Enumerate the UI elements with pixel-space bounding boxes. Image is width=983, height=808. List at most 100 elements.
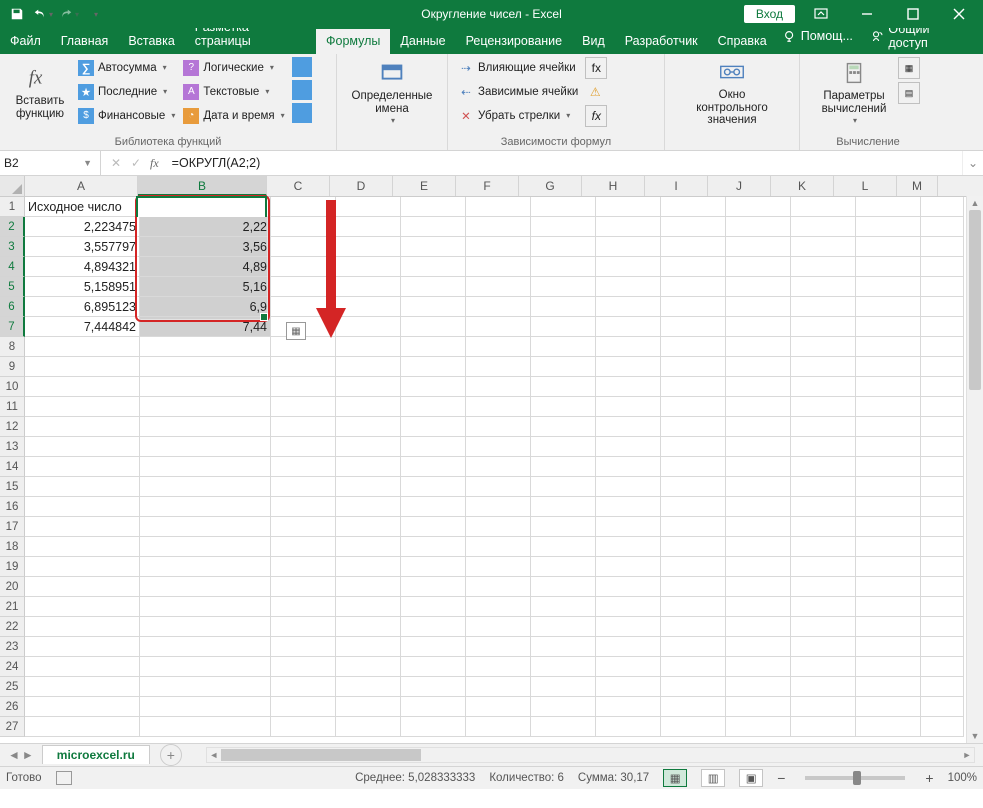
- cell[interactable]: [921, 377, 964, 397]
- cell[interactable]: [726, 677, 791, 697]
- redo-icon[interactable]: ▾: [58, 3, 80, 25]
- cell[interactable]: [726, 537, 791, 557]
- cell[interactable]: [921, 717, 964, 737]
- cell[interactable]: [661, 577, 726, 597]
- cell[interactable]: [466, 637, 531, 657]
- cell[interactable]: [661, 277, 726, 297]
- cell[interactable]: [336, 557, 401, 577]
- cell[interactable]: [336, 537, 401, 557]
- cell[interactable]: [661, 357, 726, 377]
- cell[interactable]: [466, 597, 531, 617]
- cell[interactable]: [531, 257, 596, 277]
- cell[interactable]: [661, 697, 726, 717]
- more-functions-icon[interactable]: [292, 103, 312, 123]
- vertical-scrollbar[interactable]: ▲ ▼: [966, 196, 983, 743]
- cell[interactable]: [856, 697, 921, 717]
- cell[interactable]: [336, 657, 401, 677]
- cell[interactable]: [336, 697, 401, 717]
- column-header[interactable]: B: [138, 176, 267, 196]
- cell[interactable]: [596, 697, 661, 717]
- cell[interactable]: [596, 577, 661, 597]
- cell[interactable]: [856, 637, 921, 657]
- cell[interactable]: [856, 457, 921, 477]
- cell[interactable]: [726, 657, 791, 677]
- cell[interactable]: [401, 457, 466, 477]
- column-header[interactable]: A: [25, 176, 138, 196]
- cell[interactable]: [25, 697, 140, 717]
- cell[interactable]: [271, 457, 336, 477]
- cell[interactable]: [596, 537, 661, 557]
- cell[interactable]: [726, 417, 791, 437]
- cell[interactable]: [531, 577, 596, 597]
- name-box[interactable]: B2▼: [0, 151, 101, 175]
- cell[interactable]: [531, 517, 596, 537]
- cell[interactable]: [921, 257, 964, 277]
- cell[interactable]: 2,22: [140, 217, 271, 237]
- column-header[interactable]: G: [519, 176, 582, 196]
- watch-window-button[interactable]: Окно контрольного значения: [700, 56, 764, 128]
- cell[interactable]: [271, 677, 336, 697]
- cell[interactable]: [791, 497, 856, 517]
- cell[interactable]: [726, 357, 791, 377]
- cell[interactable]: [856, 657, 921, 677]
- column-header[interactable]: M: [897, 176, 938, 196]
- cell[interactable]: [726, 557, 791, 577]
- cell[interactable]: [466, 497, 531, 517]
- cell[interactable]: [531, 497, 596, 517]
- cell[interactable]: [401, 377, 466, 397]
- cell[interactable]: [140, 357, 271, 377]
- cell[interactable]: [25, 337, 140, 357]
- cell[interactable]: [661, 217, 726, 237]
- row-header[interactable]: 22: [0, 617, 25, 637]
- save-icon[interactable]: [6, 3, 28, 25]
- cell[interactable]: [271, 377, 336, 397]
- cell[interactable]: [401, 437, 466, 457]
- cell[interactable]: [401, 397, 466, 417]
- cell[interactable]: [726, 257, 791, 277]
- cell[interactable]: [25, 657, 140, 677]
- cell[interactable]: [856, 257, 921, 277]
- cell[interactable]: [25, 577, 140, 597]
- logical-button[interactable]: ?Логические▾: [181, 56, 286, 79]
- sheet-prev-icon[interactable]: ◄: [8, 748, 20, 762]
- cell[interactable]: [791, 677, 856, 697]
- cell[interactable]: [401, 697, 466, 717]
- cell[interactable]: [531, 697, 596, 717]
- cell[interactable]: [726, 397, 791, 417]
- scrollbar-thumb[interactable]: [221, 749, 421, 761]
- cell[interactable]: [531, 337, 596, 357]
- cell[interactable]: [791, 657, 856, 677]
- cell[interactable]: 3,56: [140, 237, 271, 257]
- cell[interactable]: [466, 277, 531, 297]
- cell[interactable]: [856, 537, 921, 557]
- cell[interactable]: 6,895123: [25, 297, 140, 317]
- enter-formula-icon[interactable]: ✓: [127, 156, 145, 170]
- cell[interactable]: [856, 557, 921, 577]
- cell[interactable]: [726, 717, 791, 737]
- cell[interactable]: [921, 557, 964, 577]
- row-header[interactable]: 26: [0, 697, 25, 717]
- cell[interactable]: [726, 457, 791, 477]
- cell[interactable]: [466, 557, 531, 577]
- scroll-right-icon[interactable]: ►: [960, 750, 974, 760]
- cell[interactable]: [921, 357, 964, 377]
- cell[interactable]: [856, 517, 921, 537]
- cell[interactable]: [661, 417, 726, 437]
- cell[interactable]: [401, 237, 466, 257]
- cell[interactable]: [25, 397, 140, 417]
- cell[interactable]: [271, 497, 336, 517]
- cell[interactable]: [336, 597, 401, 617]
- cell[interactable]: [921, 237, 964, 257]
- financial-button[interactable]: $Финансовые▾: [76, 104, 177, 127]
- cell[interactable]: [336, 397, 401, 417]
- cell[interactable]: [921, 637, 964, 657]
- zoom-level[interactable]: 100%: [948, 772, 977, 784]
- row-header[interactable]: 19: [0, 557, 25, 577]
- cell[interactable]: [921, 537, 964, 557]
- cell[interactable]: [140, 637, 271, 657]
- cell[interactable]: [271, 477, 336, 497]
- cell[interactable]: [531, 477, 596, 497]
- cell[interactable]: [25, 497, 140, 517]
- cell[interactable]: [921, 337, 964, 357]
- cell[interactable]: [596, 497, 661, 517]
